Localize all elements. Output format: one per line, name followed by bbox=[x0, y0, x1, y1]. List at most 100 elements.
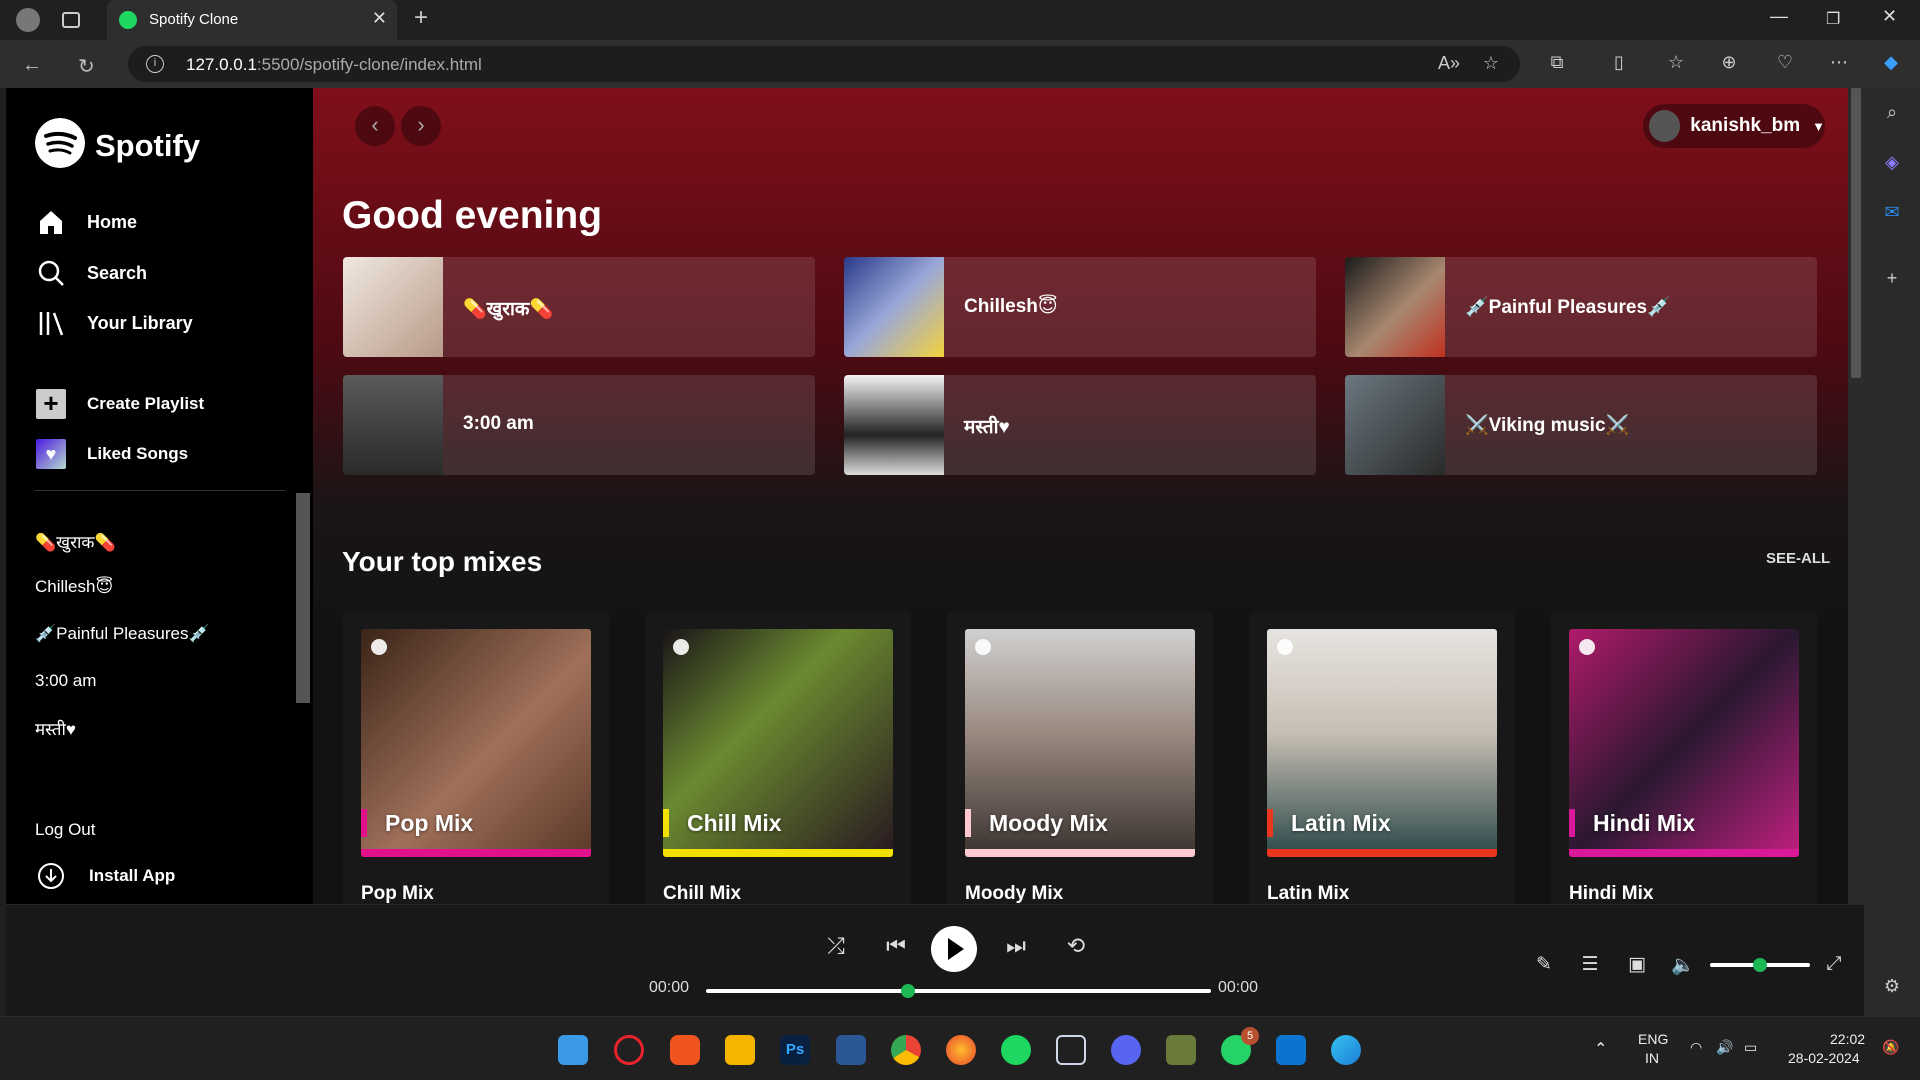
tab-actions-icon[interactable] bbox=[62, 12, 80, 28]
quick-playlist-card[interactable]: 3:00 am bbox=[343, 375, 815, 475]
close-window-icon[interactable]: ✕ bbox=[1882, 6, 1897, 27]
copilot-sidebar-icon[interactable]: ◈ bbox=[1881, 152, 1903, 174]
playlist-item[interactable]: 3:00 am bbox=[35, 671, 96, 691]
play-button[interactable] bbox=[931, 926, 977, 972]
see-all-link[interactable]: SEE-ALL bbox=[1766, 550, 1830, 567]
mix-cover: Pop Mix bbox=[361, 629, 591, 857]
wifi-icon[interactable]: ◠ bbox=[1690, 1039, 1702, 1056]
playlist-cover bbox=[844, 257, 944, 357]
photoshop-icon[interactable]: Ps bbox=[780, 1035, 810, 1065]
playlist-item[interactable]: 💊खुराक💊 bbox=[35, 530, 116, 553]
battery-icon[interactable]: ▭ bbox=[1744, 1039, 1757, 1056]
create-playlist-button[interactable]: + Create Playlist bbox=[35, 388, 204, 420]
next-track-icon[interactable]: ⏭ bbox=[1001, 933, 1031, 959]
repeat-icon[interactable]: ⟲ bbox=[1061, 933, 1091, 959]
favorite-star-icon[interactable]: ☆ bbox=[1480, 53, 1502, 75]
address-bar[interactable]: i 127.0.0.1:5500/spotify-clone/index.htm… bbox=[128, 46, 1520, 82]
word-icon[interactable] bbox=[836, 1035, 866, 1065]
mix-card[interactable]: Hindi Mix Hindi Mix bbox=[1551, 611, 1817, 904]
spotify-badge-icon bbox=[371, 639, 387, 655]
lyrics-icon[interactable]: ✎ bbox=[1531, 953, 1557, 976]
favorites-icon[interactable]: ☆ bbox=[1665, 52, 1687, 74]
quick-playlist-card[interactable]: मस्ती♥ bbox=[844, 375, 1316, 475]
spotify-taskbar-icon[interactable] bbox=[1001, 1035, 1031, 1065]
nav-search[interactable]: Search bbox=[35, 257, 147, 289]
queue-icon[interactable]: ☰ bbox=[1577, 953, 1603, 976]
language-indicator[interactable]: ENG bbox=[1638, 1031, 1668, 1047]
more-menu-icon[interactable]: ⋯ bbox=[1828, 52, 1850, 74]
volume-icon[interactable]: 🔈 bbox=[1670, 953, 1696, 977]
quick-playlist-card[interactable]: ⚔️Viking music⚔️ bbox=[1345, 375, 1817, 475]
back-icon[interactable]: ← bbox=[22, 54, 42, 77]
outlook-icon[interactable]: ✉ bbox=[1881, 202, 1903, 224]
virtualbox-icon[interactable] bbox=[1056, 1035, 1086, 1065]
sidebar-scrollbar[interactable] bbox=[296, 493, 310, 703]
main-scrollbar[interactable] bbox=[1848, 88, 1864, 904]
user-menu-button[interactable]: kanishk_bm ▼ bbox=[1643, 104, 1825, 148]
split-screen-icon[interactable]: ▯ bbox=[1608, 52, 1630, 74]
playlist-item[interactable]: 💉Painful Pleasures💉 bbox=[35, 624, 210, 644]
browser-tab[interactable]: Spotify Clone ✕ bbox=[107, 0, 397, 40]
clock-time[interactable]: 22:02 bbox=[1830, 1031, 1865, 1047]
quick-playlist-card[interactable]: 💉Painful Pleasures💉 bbox=[1345, 257, 1817, 357]
collections-icon[interactable]: ⊕ bbox=[1718, 52, 1740, 74]
quick-playlist-card[interactable]: 💊खुराक💊 bbox=[343, 257, 815, 357]
mix-card[interactable]: Moody Mix Moody Mix bbox=[947, 611, 1213, 904]
profile-avatar-icon[interactable] bbox=[16, 8, 40, 32]
site-info-icon[interactable]: i bbox=[146, 55, 164, 73]
copilot-icon[interactable]: ◆ bbox=[1880, 52, 1902, 74]
refresh-icon[interactable]: ↻ bbox=[78, 54, 95, 79]
whatsapp-icon[interactable]: 5 bbox=[1221, 1027, 1259, 1065]
seek-bar[interactable] bbox=[706, 984, 1211, 998]
region-indicator[interactable]: IN bbox=[1645, 1050, 1659, 1066]
mix-card[interactable]: Pop Mix Pop Mix bbox=[343, 611, 609, 904]
connect-device-icon[interactable]: ▣ bbox=[1624, 953, 1650, 976]
search-icon[interactable]: ⌕ bbox=[1881, 102, 1903, 124]
firefox-icon[interactable] bbox=[946, 1035, 976, 1065]
browser-essentials-icon[interactable]: ♡ bbox=[1774, 52, 1796, 74]
shuffle-icon[interactable]: ⤮ bbox=[821, 933, 851, 959]
windows-start-icon[interactable] bbox=[558, 1035, 588, 1065]
clock-date[interactable]: 28-02-2024 bbox=[1788, 1050, 1860, 1066]
playlist-item[interactable]: Chillesh😇 bbox=[35, 577, 113, 597]
previous-track-icon[interactable]: ⏮ bbox=[881, 933, 911, 959]
volume-knob[interactable] bbox=[1753, 958, 1767, 972]
seek-knob[interactable] bbox=[901, 984, 915, 998]
new-tab-icon[interactable]: + bbox=[414, 4, 428, 32]
fullscreen-icon[interactable]: ⤢ bbox=[1821, 953, 1847, 975]
install-app-button[interactable]: Install App bbox=[35, 860, 175, 892]
url-text[interactable]: 127.0.0.1:5500/spotify-clone/index.html bbox=[186, 55, 482, 75]
notifications-bell-icon[interactable]: 🔕 bbox=[1882, 1039, 1899, 1056]
scrollbar-thumb[interactable] bbox=[1851, 88, 1861, 378]
edge-icon[interactable] bbox=[1331, 1035, 1361, 1065]
liked-songs-button[interactable]: ♥ Liked Songs bbox=[35, 438, 188, 470]
minimize-icon[interactable]: — bbox=[1770, 6, 1788, 27]
speaker-icon[interactable]: 🔊 bbox=[1716, 1039, 1733, 1056]
maximize-icon[interactable]: ❐ bbox=[1826, 9, 1840, 29]
playlist-item[interactable]: मस्ती♥ bbox=[35, 717, 76, 740]
vscode-icon[interactable] bbox=[1276, 1035, 1306, 1065]
chrome-icon[interactable] bbox=[891, 1035, 921, 1065]
app-icon[interactable] bbox=[1166, 1035, 1196, 1065]
brave-icon[interactable] bbox=[670, 1035, 700, 1065]
extensions-icon[interactable]: ⧉ bbox=[1546, 52, 1568, 74]
logout-link[interactable]: Log Out bbox=[35, 820, 96, 840]
volume-slider[interactable] bbox=[1710, 958, 1810, 972]
nav-home[interactable]: Home bbox=[35, 206, 137, 238]
show-hidden-icons-icon[interactable]: ⌃ bbox=[1594, 1039, 1607, 1059]
file-explorer-icon[interactable] bbox=[725, 1035, 755, 1065]
nav-library[interactable]: Your Library bbox=[35, 307, 193, 339]
opera-icon[interactable] bbox=[614, 1035, 644, 1065]
back-nav-button[interactable]: ‹ bbox=[355, 106, 395, 146]
mix-card[interactable]: Chill Mix Chill Mix bbox=[645, 611, 911, 904]
read-aloud-icon[interactable]: A» bbox=[1438, 53, 1460, 75]
title-bar: Spotify Clone ✕ + — ❐ ✕ bbox=[0, 0, 1920, 40]
library-icon bbox=[35, 307, 67, 339]
mix-card[interactable]: Latin Mix Latin Mix bbox=[1249, 611, 1515, 904]
discord-icon[interactable] bbox=[1111, 1035, 1141, 1065]
quick-playlist-card[interactable]: Chillesh😇 bbox=[844, 257, 1316, 357]
close-tab-icon[interactable]: ✕ bbox=[372, 8, 387, 29]
add-sidebar-app-icon[interactable]: + bbox=[1881, 268, 1903, 290]
forward-nav-button[interactable]: › bbox=[401, 106, 441, 146]
settings-gear-icon[interactable]: ⚙ bbox=[1881, 976, 1903, 998]
